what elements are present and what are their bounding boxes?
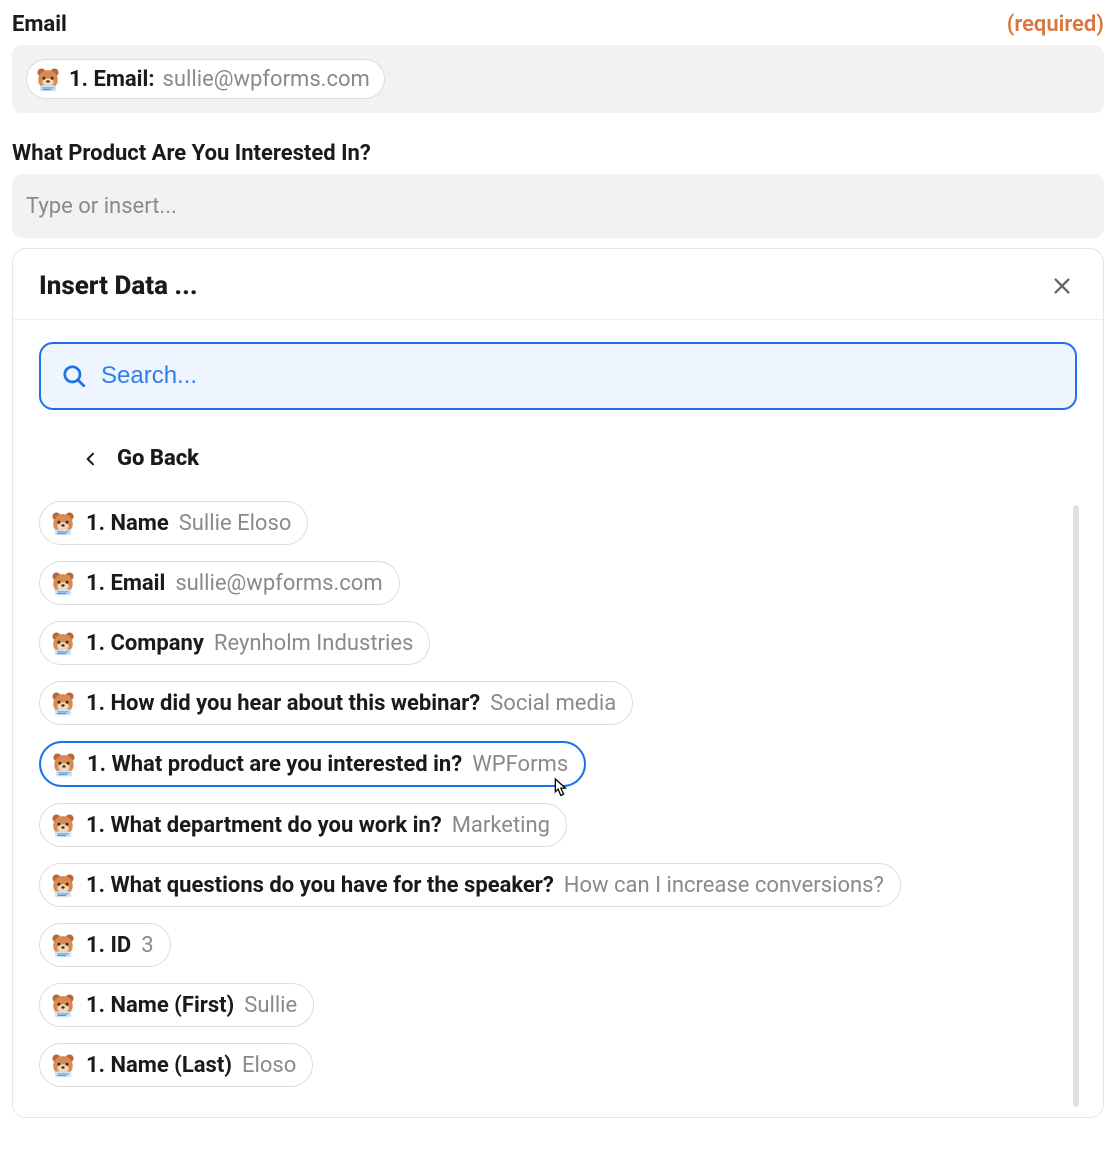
- data-item-value: Sullie: [244, 993, 297, 1018]
- email-chip-label: 1. Email:: [69, 67, 155, 92]
- data-item-label: 1. Email: [86, 571, 165, 596]
- bear-icon: [50, 1052, 76, 1078]
- data-item-label: 1. Name (First): [86, 993, 234, 1018]
- data-item[interactable]: 1. What questions do you have for the sp…: [39, 863, 901, 907]
- panel-title: Insert Data ...: [39, 271, 198, 301]
- bear-icon: [50, 510, 76, 536]
- product-input[interactable]: Type or insert...: [12, 174, 1104, 238]
- data-item[interactable]: 1. Email sullie@wpforms.com: [39, 561, 400, 605]
- close-icon: [1051, 275, 1073, 297]
- scrollbar[interactable]: [1073, 505, 1079, 1107]
- data-item-value: Social media: [490, 691, 616, 716]
- data-item[interactable]: 1. Company Reynholm Industries: [39, 621, 430, 665]
- cursor-pointer-icon: [548, 777, 570, 803]
- bear-icon: [50, 630, 76, 656]
- data-item-label: 1. What questions do you have for the sp…: [86, 873, 554, 898]
- insert-data-panel: Insert Data ... Go Back: [12, 248, 1104, 1118]
- bear-icon: [50, 992, 76, 1018]
- bear-icon: [51, 751, 77, 777]
- required-badge: (required): [1007, 12, 1104, 37]
- email-label: Email: [12, 12, 67, 37]
- search-input[interactable]: [101, 362, 1055, 390]
- data-item-label: 1. What product are you interested in?: [87, 752, 462, 777]
- data-item[interactable]: 1. Name Sullie Eloso: [39, 501, 308, 545]
- search-field[interactable]: [39, 342, 1077, 410]
- data-item-value: Marketing: [452, 813, 550, 838]
- bear-icon: [50, 690, 76, 716]
- bear-icon: [35, 66, 61, 92]
- go-back-button[interactable]: Go Back: [39, 410, 1077, 501]
- product-label: What Product Are You Interested In?: [12, 141, 371, 166]
- data-item-value: How can I increase conversions?: [564, 873, 884, 898]
- data-item-value: 3: [141, 933, 153, 958]
- data-item[interactable]: 1. What product are you interested in? WP…: [39, 741, 586, 787]
- data-item[interactable]: 1. How did you hear about this webinar? S…: [39, 681, 633, 725]
- data-item-label: 1. What department do you work in?: [86, 813, 442, 838]
- email-input[interactable]: 1. Email: sullie@wpforms.com: [12, 45, 1104, 113]
- data-item-value: WPForms: [472, 752, 568, 777]
- chevron-left-icon: [83, 451, 99, 467]
- data-item[interactable]: 1. What department do you work in? Market…: [39, 803, 567, 847]
- bear-icon: [50, 872, 76, 898]
- data-item[interactable]: 1. Name (Last) Eloso: [39, 1043, 313, 1087]
- data-item-value: Reynholm Industries: [214, 631, 413, 656]
- search-icon: [61, 363, 87, 389]
- product-field-block: What Product Are You Interested In? Type…: [12, 141, 1104, 238]
- data-item-value: Eloso: [242, 1053, 296, 1078]
- data-item-label: 1. Company: [86, 631, 204, 656]
- go-back-label: Go Back: [117, 446, 199, 471]
- data-item[interactable]: 1. ID 3: [39, 923, 171, 967]
- bear-icon: [50, 812, 76, 838]
- bear-icon: [50, 932, 76, 958]
- data-item-label: 1. ID: [86, 933, 131, 958]
- close-button[interactable]: [1047, 271, 1077, 301]
- data-item-value: Sullie Eloso: [179, 511, 292, 536]
- bear-icon: [50, 570, 76, 596]
- data-item-value: sullie@wpforms.com: [175, 571, 382, 596]
- email-chip-value: sullie@wpforms.com: [163, 67, 370, 92]
- data-item-label: 1. Name (Last): [86, 1053, 232, 1078]
- data-item-list: 1. Name Sullie Eloso 1. Email sullie@wpform…: [39, 501, 1077, 1107]
- data-item[interactable]: 1. Name (First) Sullie: [39, 983, 314, 1027]
- data-item-label: 1. How did you hear about this webinar?: [86, 691, 480, 716]
- email-chip[interactable]: 1. Email: sullie@wpforms.com: [26, 59, 385, 99]
- email-field-block: Email (required) 1. Email: sullie@wpform…: [12, 12, 1104, 113]
- product-placeholder: Type or insert...: [26, 194, 177, 219]
- data-item-label: 1. Name: [86, 511, 169, 536]
